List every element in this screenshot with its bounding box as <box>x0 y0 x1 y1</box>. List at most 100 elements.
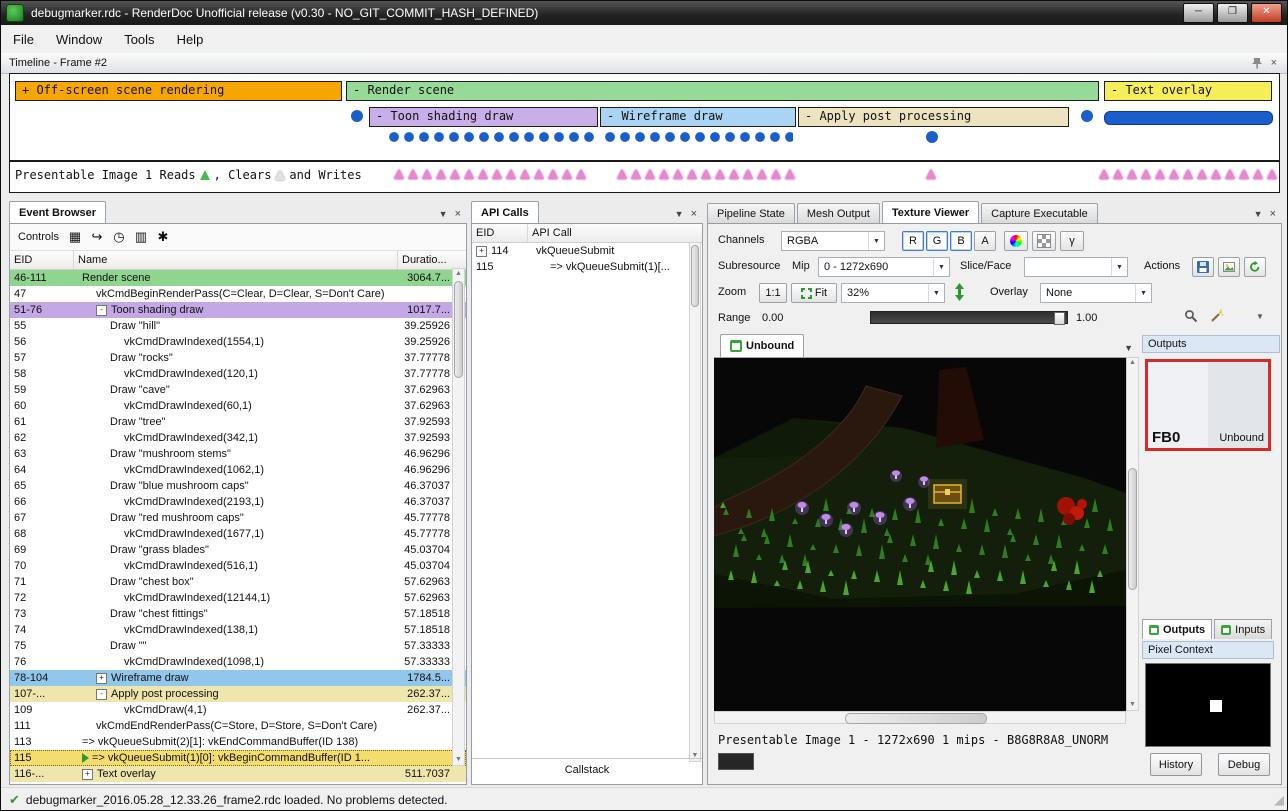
api-calls-scrollbar[interactable]: ▼ <box>689 242 701 762</box>
event-row[interactable]: 75 Draw "" 57.33333 <box>10 638 466 654</box>
draw-marker[interactable] <box>1104 111 1273 125</box>
time-durations-icon[interactable]: ◷ <box>109 227 129 247</box>
texture-viewer-close-icon[interactable]: × <box>1270 208 1276 220</box>
open-texture-list-button[interactable] <box>1218 257 1240 277</box>
title-bar[interactable]: debugmarker.rdc - RenderDoc Unofficial r… <box>1 1 1287 25</box>
event-row[interactable]: 70 vkCmdDrawIndexed(516,1) 45.03704 <box>10 558 466 574</box>
texture-list-dropdown-icon[interactable]: ▼ <box>1124 343 1139 357</box>
tab-event-browser[interactable]: Event Browser <box>9 201 106 224</box>
checkerboard-button[interactable] <box>1032 231 1056 251</box>
event-row[interactable]: 68 vkCmdDrawIndexed(1677,1) 45.77778 <box>10 526 466 542</box>
event-row[interactable]: 69 Draw "grass blades" 45.03704 <box>10 542 466 558</box>
event-row[interactable]: 78-104 +Wireframe draw 1784.5... <box>10 670 466 686</box>
event-row[interactable]: 65 Draw "blue mushroom caps" 46.37037 <box>10 478 466 494</box>
event-row[interactable]: 61 Draw "tree" 37.92593 <box>10 414 466 430</box>
event-row[interactable]: 72 vkCmdDrawIndexed(12144,1) 57.62963 <box>10 590 466 606</box>
jump-to-eid-icon[interactable]: ↪ <box>87 227 107 247</box>
close-button[interactable]: ✕ <box>1251 3 1282 23</box>
outputs-header[interactable]: Outputs <box>1142 335 1280 353</box>
timeline-section[interactable]: - Render scene <box>346 81 1099 101</box>
event-row[interactable]: 64 vkCmdDrawIndexed(1062,1) 46.96296 <box>10 462 466 478</box>
tab-api-calls[interactable]: API Calls <box>471 201 539 224</box>
channel-toggle-button[interactable]: A <box>974 231 996 251</box>
event-row[interactable]: 58 vkCmdDrawIndexed(120,1) 37.77778 <box>10 366 466 382</box>
column-eid[interactable]: EID <box>10 251 74 269</box>
timeline-section[interactable]: + Off-screen scene rendering <box>15 81 342 101</box>
channel-toggle-button[interactable]: B <box>950 231 972 251</box>
event-row[interactable]: 76 vkCmdDrawIndexed(1098,1) 57.33333 <box>10 654 466 670</box>
event-browser-close-icon[interactable]: × <box>455 208 461 220</box>
texture-viewer-tab[interactable]: Capture Executable <box>981 203 1098 224</box>
draw-marker[interactable] <box>387 131 595 143</box>
draw-marker[interactable] <box>1081 110 1093 122</box>
menu-item[interactable]: Help <box>167 28 214 51</box>
event-row[interactable]: 55 Draw "hill" 39.25926 <box>10 318 466 334</box>
slice-face-select[interactable]: ▼ <box>1024 257 1128 277</box>
event-row[interactable]: 109 vkCmdDraw(4,1) 262.37... <box>10 702 466 718</box>
event-row[interactable]: 47 vkCmdBeginRenderPass(C=Clear, D=Clear… <box>10 286 466 302</box>
event-row[interactable]: 63 Draw "mushroom stems" 46.96296 <box>10 446 466 462</box>
menu-item[interactable]: File <box>3 28 44 51</box>
expander-icon[interactable]: - <box>96 689 107 700</box>
colorwheel-button[interactable] <box>1004 231 1028 251</box>
filter-icon[interactable]: ▦ <box>65 227 85 247</box>
texture-tab-unbound[interactable]: Unbound <box>720 334 804 357</box>
pixel-context-view[interactable] <box>1145 663 1271 747</box>
range-slider-thumb[interactable] <box>1054 312 1065 325</box>
expander-icon[interactable]: + <box>82 769 93 780</box>
event-row[interactable]: 111 vkCmdEndRenderPass(C=Store, D=Store,… <box>10 718 466 734</box>
channel-toggle-button[interactable]: G <box>926 231 948 251</box>
zoom-fit-button[interactable]: Fit <box>791 283 837 303</box>
timeline-subsection[interactable]: - Wireframe draw <box>600 107 796 127</box>
pin-icon[interactable] <box>1251 57 1263 69</box>
event-row[interactable]: 56 vkCmdDrawIndexed(1554,1) 39.25926 <box>10 334 466 350</box>
maximize-button[interactable]: ❐ <box>1217 3 1248 23</box>
event-row[interactable]: 46-111 Render scene 3064.7... <box>10 270 466 286</box>
history-button[interactable]: History <box>1150 753 1202 776</box>
event-row[interactable]: 115 => vkQueueSubmit(1)[0]: vkBeginComma… <box>10 750 466 766</box>
event-row[interactable]: 116-... +Text overlay 511.7037 <box>10 766 466 782</box>
save-texture-button[interactable] <box>1192 257 1214 277</box>
draw-marker[interactable] <box>926 131 938 143</box>
timeline-subsection[interactable]: - Toon shading draw <box>369 107 598 127</box>
pixel-context-header[interactable]: Pixel Context <box>1142 641 1274 659</box>
event-row[interactable]: 51-76 -Toon shading draw 1017.7... <box>10 302 466 318</box>
texture-viewer-tab[interactable]: Pipeline State <box>707 203 795 224</box>
timeline-section[interactable]: - Text overlay <box>1104 81 1272 101</box>
gamma-button[interactable]: γ <box>1060 231 1084 251</box>
overlay-select[interactable]: None▼ <box>1040 283 1152 303</box>
expander-icon[interactable]: + <box>96 673 107 684</box>
resize-grip[interactable]: ◢ <box>1274 792 1287 808</box>
api-calls-close-icon[interactable]: × <box>691 208 697 220</box>
channels-select[interactable]: RGBA▼ <box>781 231 885 251</box>
texture-vscrollbar[interactable]: ▲ ▼ <box>1126 357 1139 711</box>
event-row[interactable]: 57 Draw "rocks" 37.77778 <box>10 350 466 366</box>
event-row[interactable]: 62 vkCmdDrawIndexed(342,1) 37.92593 <box>10 430 466 446</box>
event-browser-menu-icon[interactable]: ▼ <box>439 209 448 219</box>
minimize-button[interactable]: ─ <box>1183 3 1214 23</box>
toolbar-overflow-icon[interactable]: ▼ <box>1256 312 1264 321</box>
zoom-range-button[interactable] <box>1184 309 1198 326</box>
callstack-label[interactable]: Callstack <box>565 764 610 776</box>
timeline-close-icon[interactable]: × <box>1271 57 1277 69</box>
expander-icon[interactable]: - <box>96 305 107 316</box>
event-row[interactable]: 71 Draw "chest box" 57.62963 <box>10 574 466 590</box>
column-api-call[interactable]: API Call <box>528 224 702 242</box>
event-row[interactable]: 59 Draw "cave" 37.62963 <box>10 382 466 398</box>
menu-item[interactable]: Window <box>46 28 112 51</box>
expander-icon[interactable]: + <box>476 246 487 257</box>
event-row[interactable]: 107-... -Apply post processing 262.37... <box>10 686 466 702</box>
texture-viewer-tab[interactable]: Mesh Output <box>797 203 880 224</box>
mip-select[interactable]: 0 - 1272x690▼ <box>818 257 950 277</box>
texture-viewer-menu-icon[interactable]: ▼ <box>1254 209 1263 219</box>
thumbnail-tab[interactable]: Outputs <box>1142 619 1212 639</box>
menu-item[interactable]: Tools <box>114 28 164 51</box>
event-browser-scrollbar[interactable]: ▲ ▼ <box>452 268 465 766</box>
texture-viewer-tab[interactable]: Texture Viewer <box>882 201 979 224</box>
channel-toggle-button[interactable]: R <box>902 231 924 251</box>
zoom-level-select[interactable]: 32%▼ <box>841 283 945 303</box>
draw-marker[interactable] <box>603 131 793 143</box>
column-name[interactable]: Name <box>74 251 398 269</box>
column-eid[interactable]: EID <box>472 224 528 242</box>
autofit-range-button[interactable] <box>1210 309 1224 326</box>
